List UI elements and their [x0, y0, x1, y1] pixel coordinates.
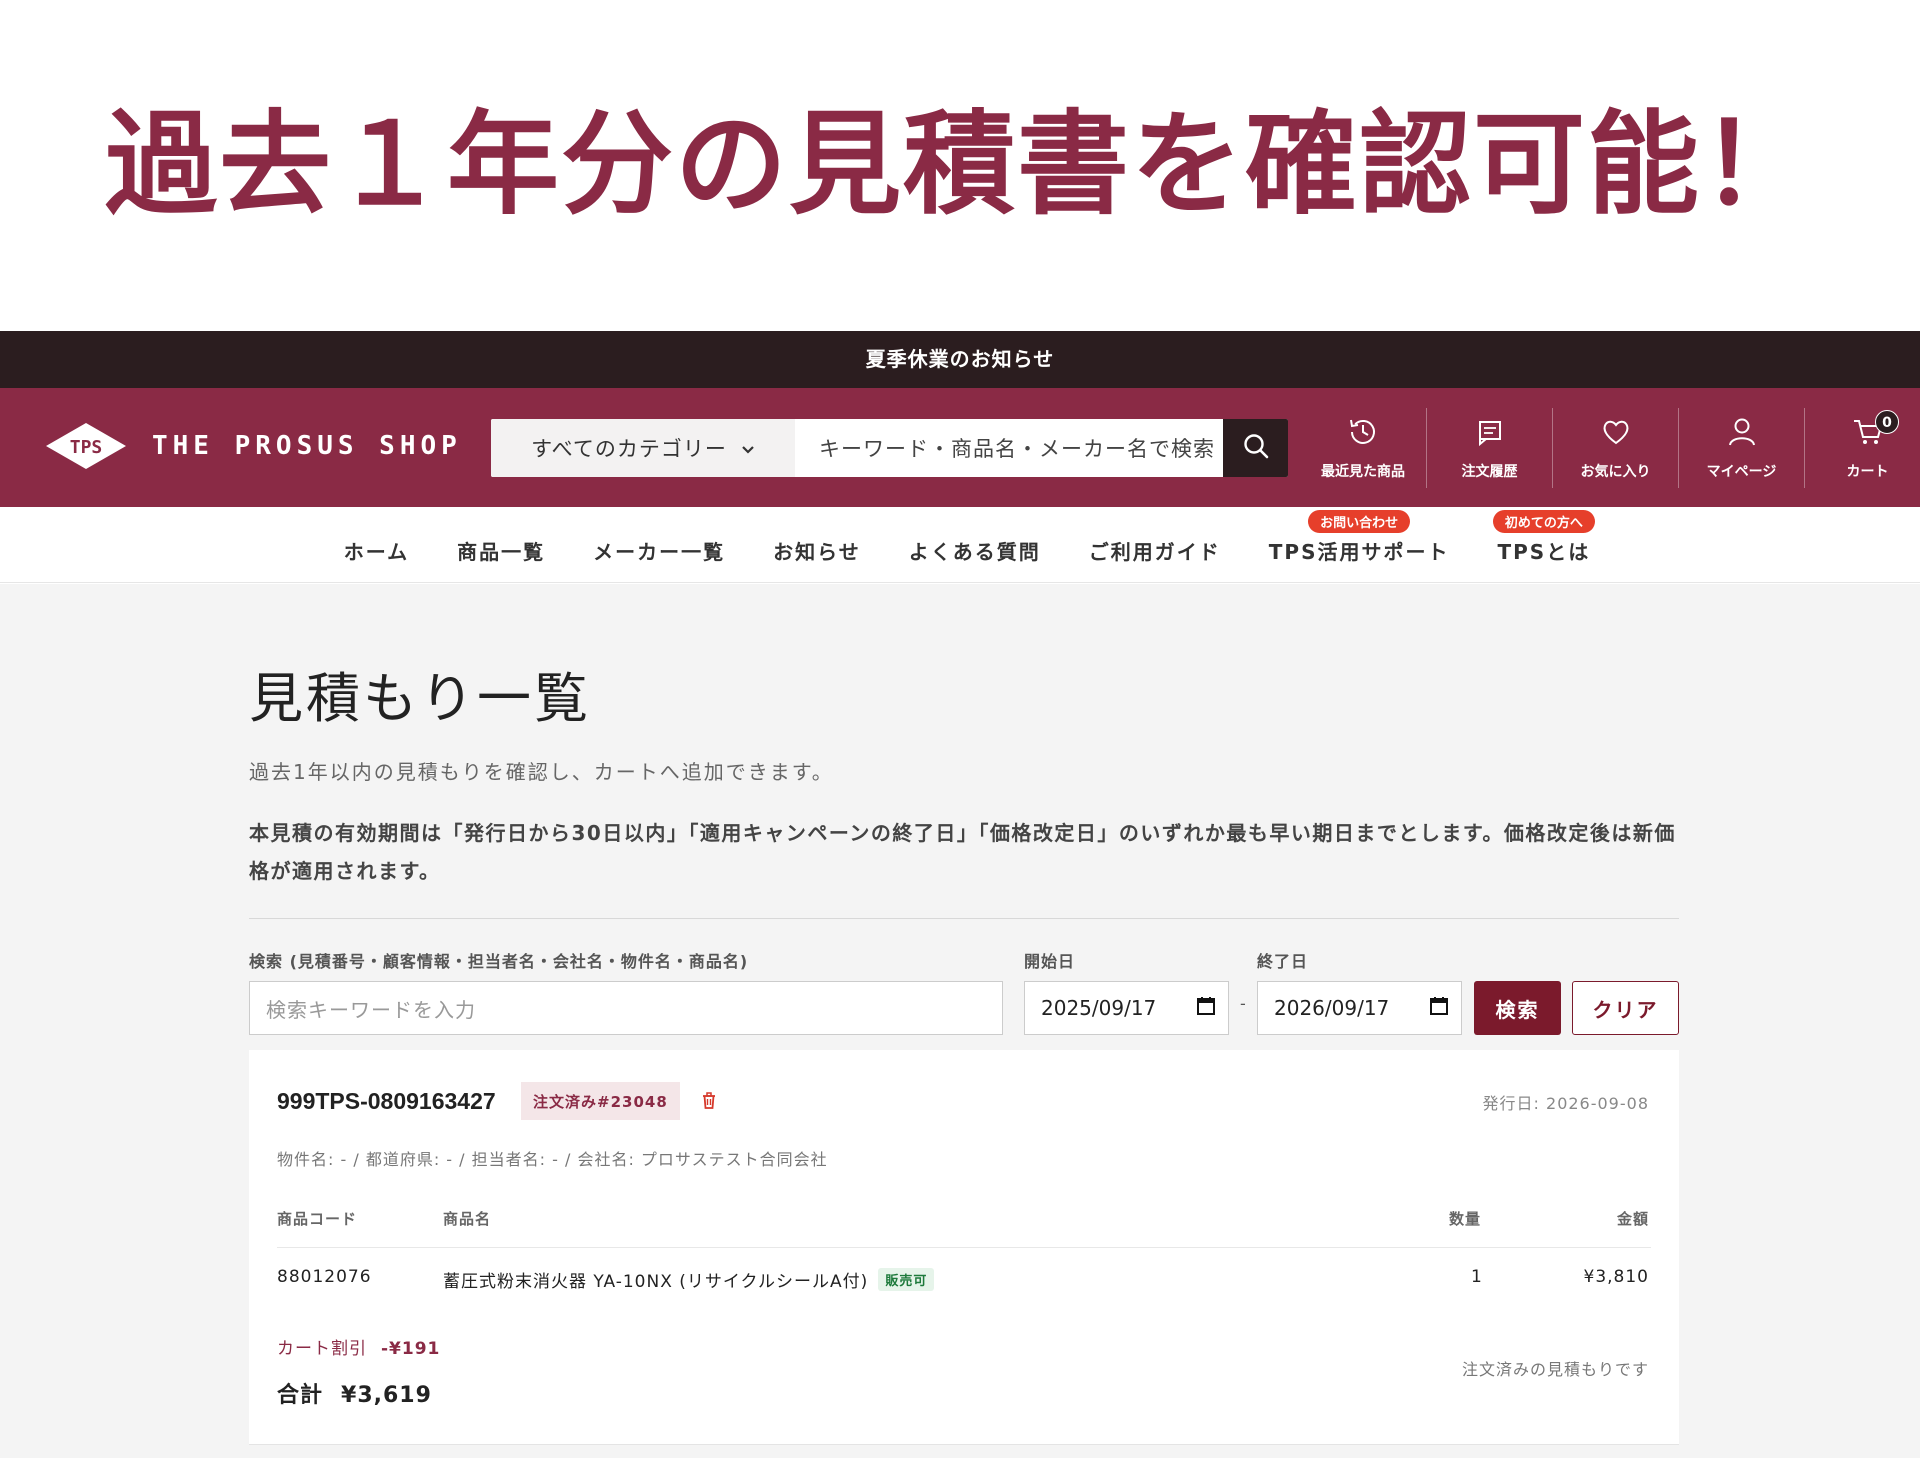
nav-home[interactable]: ホーム — [344, 526, 409, 565]
cart-count-badge: 0 — [1875, 410, 1899, 434]
category-select[interactable]: すべてのカテゴリー — [491, 419, 795, 477]
page-title: 見積もり一覧 — [249, 667, 591, 730]
site-header: TPS THE PROSUS SHOP すべてのカテゴリー キーワード・商品名・… — [0, 388, 1920, 507]
nav-about[interactable]: 初めての方へ TPSとは — [1492, 509, 1595, 565]
end-date-value: 2026/09/17 — [1274, 996, 1390, 1020]
discount-label: カート割引 — [277, 1339, 367, 1359]
item-name[interactable]: 蓄圧式粉末消火器 YA-10NX (リサイクルシールA付) — [443, 1272, 868, 1292]
receipt-icon — [1473, 415, 1507, 461]
nav-about-label: TPSとは — [1497, 539, 1591, 564]
nav-makers[interactable]: メーカー一覧 — [593, 526, 725, 565]
nav-about-badge: 初めての方へ — [1492, 509, 1595, 533]
item-code: 88012076 — [277, 1267, 372, 1287]
clear-button[interactable]: クリア — [1572, 981, 1679, 1035]
trash-icon[interactable] — [701, 1092, 717, 1114]
item-qty: 1 — [1471, 1267, 1483, 1287]
nav-guide[interactable]: ご利用ガイド — [1089, 526, 1221, 565]
nav-support[interactable]: お問い合わせ TPS活用サポート — [1268, 509, 1450, 565]
quote-meta: 物件名: - / 都道府県: - / 担当者名: - / 会社名: プロサステス… — [277, 1150, 828, 1169]
item-amount: ¥3,810 — [1583, 1267, 1649, 1287]
quote-total: 合計 ¥3,619 — [277, 1377, 432, 1409]
search-button[interactable]: 検索 — [1474, 981, 1561, 1035]
keyword-label: 検索 (見積番号・顧客情報・担当者名・会社名・物件名・商品名) — [249, 952, 749, 971]
mypage-link[interactable]: マイページ — [1678, 408, 1804, 488]
cart-discount: カート割引 -¥191 — [277, 1334, 440, 1359]
quote-number[interactable]: 999TPS-0809163427 — [277, 1088, 496, 1115]
sale-status-badge: 販売可 — [878, 1268, 935, 1291]
validity-note: 本見積の有効期間は「発行日から30日以内」「適用キャンペーンの終了日」「価格改定… — [249, 821, 1676, 883]
mypage-label: マイページ — [1706, 464, 1777, 480]
column-name: 商品名 — [443, 1210, 492, 1228]
nav-support-label: TPS活用サポート — [1268, 539, 1450, 564]
end-date-input[interactable]: 2026/09/17 — [1257, 981, 1462, 1035]
divider — [249, 918, 1679, 919]
recently-viewed-link[interactable]: 最近見た商品 — [1300, 408, 1426, 488]
start-date-input[interactable]: 2025/09/17 — [1024, 981, 1229, 1035]
date-range-separator: - — [1240, 994, 1246, 1013]
header-icon-links: 最近見た商品 注文履歴 お気に入り マイページ 0 カート — [1300, 408, 1920, 488]
start-date-value: 2025/09/17 — [1041, 996, 1157, 1020]
order-history-link[interactable]: 注文履歴 — [1426, 408, 1552, 488]
heart-icon — [1599, 415, 1633, 461]
total-value: ¥3,619 — [341, 1383, 432, 1408]
nav-support-badge: お問い合わせ — [1308, 509, 1411, 533]
end-date-label: 終了日 — [1257, 952, 1309, 971]
total-label: 合計 — [277, 1383, 324, 1408]
chevron-down-icon — [741, 436, 755, 460]
order-history-label: 注文履歴 — [1461, 464, 1518, 480]
search-icon — [1242, 432, 1270, 464]
calendar-icon[interactable] — [1429, 996, 1449, 1021]
order-status-badge[interactable]: 注文済み#23048 — [521, 1082, 680, 1120]
quote-card: 999TPS-0809163427 注文済み#23048 発行日: 2026-0… — [249, 1050, 1679, 1445]
main-nav: ホーム 商品一覧 メーカー一覧 お知らせ よくある質問 ご利用ガイド お問い合わ… — [0, 507, 1920, 583]
user-icon — [1725, 415, 1759, 461]
logo-mark: TPS — [44, 421, 128, 471]
recently-viewed-label: 最近見た商品 — [1321, 464, 1405, 480]
item-name-cell: 蓄圧式粉末消火器 YA-10NX (リサイクルシールA付) 販売可 — [443, 1267, 935, 1292]
calendar-icon[interactable] — [1196, 996, 1216, 1021]
column-qty: 数量 — [1449, 1210, 1482, 1228]
main-content: 見積もり一覧 過去1年以内の見積もりを確認し、カートへ追加できます。 本見積の有… — [0, 584, 1920, 1458]
header-search-button[interactable] — [1223, 419, 1288, 477]
site-logo[interactable]: TPS THE PROSUS SHOP — [44, 421, 462, 471]
logo-text: THE PROSUS SHOP — [152, 431, 462, 461]
logo-mark-text: TPS — [70, 437, 103, 458]
keyword-input[interactable]: 検索キーワードを入力 — [249, 981, 1003, 1035]
ordered-note: 注文済みの見積もりです — [1461, 1360, 1649, 1379]
nav-faq[interactable]: よくある質問 — [909, 526, 1041, 565]
header-search-input[interactable]: キーワード・商品名・メーカー名で検索 — [795, 419, 1223, 477]
start-date-label: 開始日 — [1024, 952, 1076, 971]
promo-banner: 過去１年分の見積書を確認可能！ — [0, 0, 1920, 331]
cart-link[interactable]: 0 カート — [1804, 408, 1920, 488]
nav-products[interactable]: 商品一覧 — [457, 526, 545, 565]
favorites-label: お気に入り — [1580, 464, 1651, 480]
category-select-label: すべてのカテゴリー — [531, 437, 727, 461]
column-amount: 金額 — [1616, 1210, 1649, 1228]
nav-news[interactable]: お知らせ — [773, 526, 861, 565]
cart-label: カート — [1846, 464, 1889, 480]
promo-headline: 過去１年分の見積書を確認可能！ — [105, 100, 1815, 230]
column-code: 商品コード — [277, 1210, 358, 1228]
page-description: 過去1年以内の見積もりを確認し、カートへ追加できます。 — [249, 760, 834, 784]
header-search: すべてのカテゴリー キーワード・商品名・メーカー名で検索 — [491, 419, 1288, 477]
issue-date: 発行日: 2026-09-08 — [1482, 1094, 1649, 1113]
favorites-link[interactable]: お気に入り — [1552, 408, 1678, 488]
announcement-bar[interactable]: 夏季休業のお知らせ — [0, 331, 1920, 388]
history-icon — [1346, 415, 1380, 461]
discount-value: -¥191 — [381, 1339, 441, 1359]
table-divider — [277, 1247, 1651, 1248]
